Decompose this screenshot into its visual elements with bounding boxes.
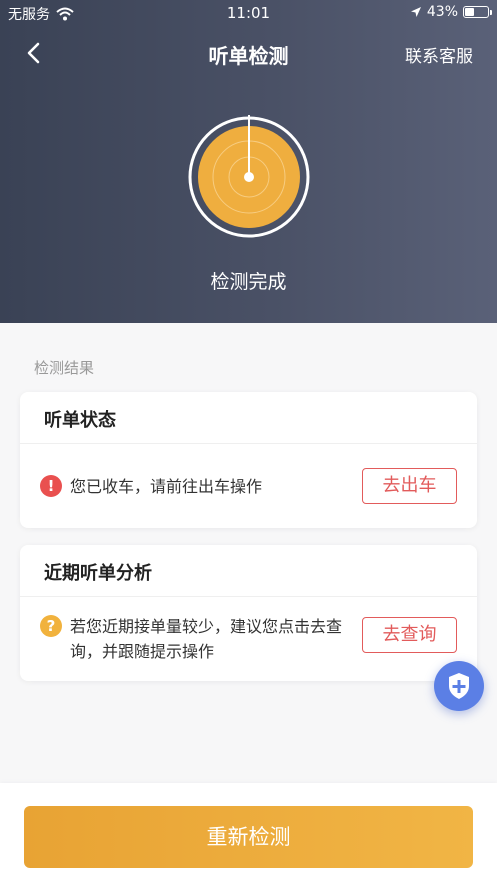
shield-plus-icon	[449, 673, 469, 699]
card-title: 听单状态	[44, 410, 116, 431]
shield-plus-button[interactable]	[434, 661, 484, 711]
status-card: 听单状态 ! 您已收车，请前往出车操作 去出车	[20, 392, 477, 528]
radar-icon	[188, 115, 310, 238]
status-message: 您已收车，请前往出车操作	[70, 476, 263, 496]
footer: 重新检测	[0, 783, 497, 883]
redetect-button[interactable]: 重新检测	[24, 806, 473, 868]
nav-bar: 听单检测 联系客服	[0, 30, 497, 76]
go-online-button[interactable]: 去出车	[362, 468, 457, 504]
battery-percent: 43%	[426, 4, 458, 20]
card-row: ? 若您近期接单量较少，建议您点击去查询，并跟随提示操作 去查询	[40, 597, 457, 681]
status-bar: 无服务 11:01 43%	[0, 0, 497, 26]
contact-support-link[interactable]: 联系客服	[405, 42, 473, 67]
exclamation-icon: !	[40, 475, 62, 497]
analysis-card: 近期听单分析 ? 若您近期接单量较少，建议您点击去查询，并跟随提示操作 去查询	[20, 545, 477, 681]
location-arrow-icon	[410, 7, 421, 17]
analysis-message: 若您近期接单量较少，建议您点击去查询，并跟随提示操作	[70, 617, 343, 661]
card-row: ! 您已收车，请前往出车操作 去出车	[40, 444, 457, 528]
section-title: 检测结果	[34, 359, 95, 377]
card-title: 近期听单分析	[44, 563, 152, 584]
battery-icon	[463, 6, 492, 18]
go-query-button[interactable]: 去查询	[362, 617, 457, 653]
header-banner: 无服务 11:01 43% 听单检测 联系客服 检测完成	[0, 0, 497, 323]
detection-status-text: 检测完成	[210, 271, 287, 293]
question-icon: ?	[40, 615, 62, 637]
